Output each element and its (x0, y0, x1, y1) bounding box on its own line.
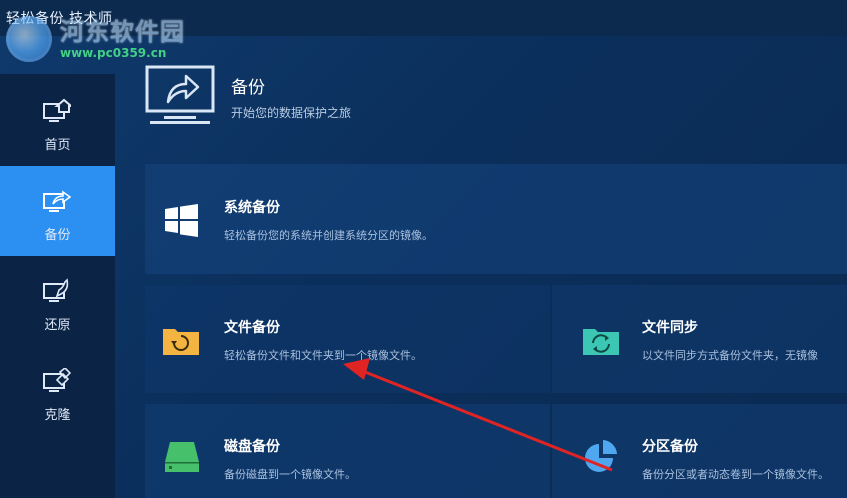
sidebar-item-home[interactable]: 首页 (0, 76, 115, 166)
folder-sync-icon (583, 329, 619, 355)
watermark-url: www.pc0359.cn (60, 46, 167, 60)
file-sync-desc: 以文件同步方式备份文件夹，无镜像 (642, 349, 818, 362)
page-title: 备份 (231, 78, 265, 98)
app-title: 轻松备份 技术师 (6, 11, 113, 27)
disk-backup-card[interactable]: 磁盘备份 备份磁盘到一个镜像文件。 (145, 404, 550, 498)
sidebar-item-label: 首页 (44, 138, 71, 153)
windows-icon (165, 204, 198, 237)
sidebar-item-label: 克隆 (44, 408, 71, 423)
backup-icon (43, 190, 71, 212)
home-icon (43, 98, 71, 122)
pie-chart-icon (585, 440, 617, 472)
sidebar-item-label: 还原 (44, 318, 71, 333)
page-subtitle: 开始您的数据保护之旅 (231, 106, 352, 120)
app-window: 轻松备份 技术师 河东软件园 www.pc0359.cn 首页 备份 还原 克隆… (0, 0, 847, 498)
partition-backup-card[interactable]: 分区备份 备份分区或者动态卷到一个镜像文件。 (552, 404, 847, 498)
folder-refresh-icon (163, 329, 199, 355)
file-backup-title: 文件备份 (224, 320, 280, 336)
title-bar: 轻松备份 技术师 (0, 0, 847, 36)
file-backup-desc: 轻松备份文件和文件夹到一个镜像文件。 (224, 349, 422, 362)
system-backup-desc: 轻松备份您的系统并创建系统分区的镜像。 (224, 229, 433, 242)
system-backup-card[interactable]: 系统备份 轻松备份您的系统并创建系统分区的镜像。 (145, 164, 847, 274)
partition-backup-title: 分区备份 (642, 439, 698, 455)
restore-icon (43, 278, 69, 302)
file-backup-card[interactable]: 文件备份 轻松备份文件和文件夹到一个镜像文件。 (145, 285, 550, 393)
sidebar-item-clone[interactable]: 克隆 (0, 346, 115, 436)
system-backup-title: 系统备份 (224, 200, 280, 216)
disk-icon (165, 442, 199, 472)
sidebar-item-restore[interactable]: 还原 (0, 256, 115, 346)
monitor-share-icon (145, 65, 215, 124)
partition-backup-desc: 备份分区或者动态卷到一个镜像文件。 (642, 468, 829, 481)
disk-backup-desc: 备份磁盘到一个镜像文件。 (224, 468, 356, 481)
sidebar: 首页 备份 还原 克隆 (0, 74, 115, 498)
file-sync-card[interactable]: 文件同步 以文件同步方式备份文件夹，无镜像 (552, 285, 847, 393)
disk-backup-title: 磁盘备份 (224, 439, 280, 455)
clone-icon (43, 368, 71, 392)
sidebar-item-label: 备份 (44, 228, 71, 243)
sidebar-item-backup[interactable]: 备份 (0, 166, 115, 256)
file-sync-title: 文件同步 (642, 320, 698, 336)
